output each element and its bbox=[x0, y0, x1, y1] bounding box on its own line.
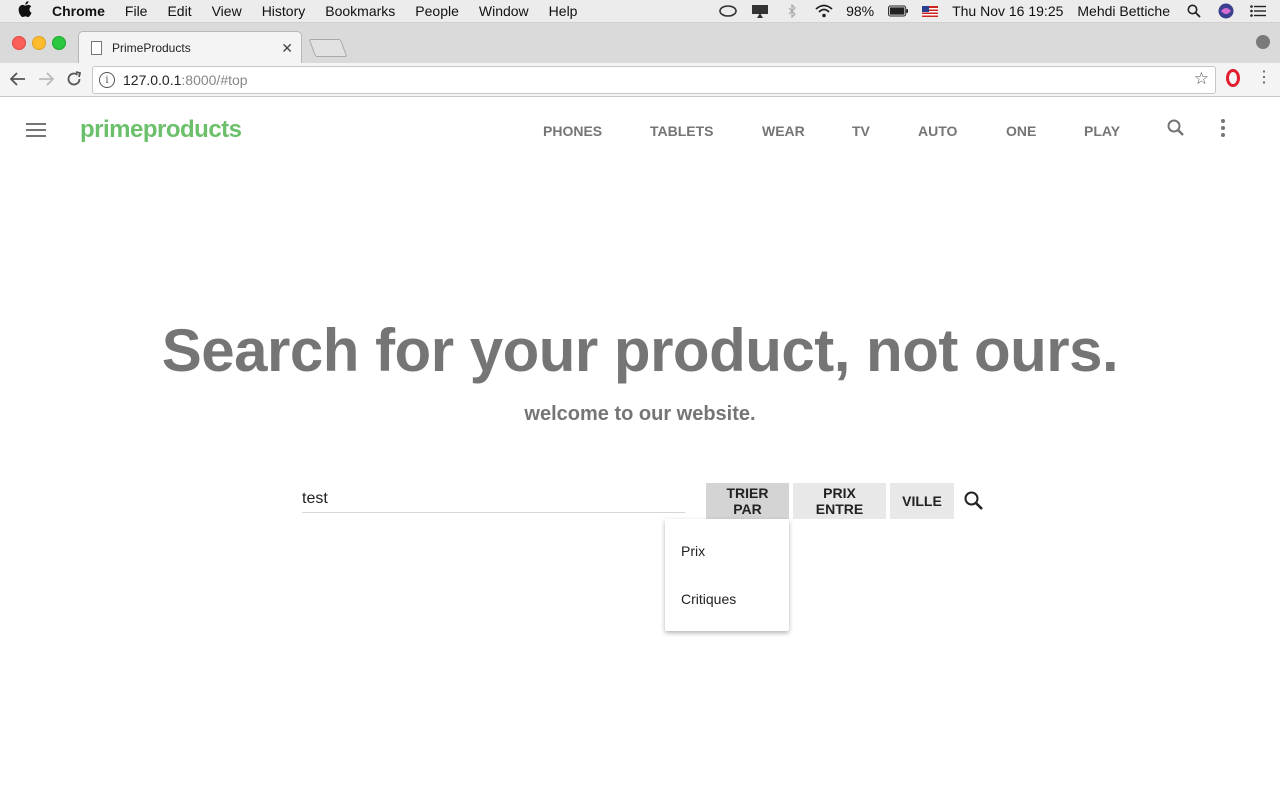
tab-close-icon[interactable]: ✕ bbox=[281, 40, 293, 57]
browser-tab-strip: PrimeProducts ✕ bbox=[0, 23, 1280, 64]
search-submit-icon[interactable] bbox=[963, 490, 985, 512]
clock[interactable]: Thu Nov 16 19:25 bbox=[952, 3, 1063, 19]
browser-toolbar: i 127.0.0.1:8000/#top ☆ ⋮ bbox=[0, 63, 1280, 97]
page-icon bbox=[91, 41, 102, 55]
nav-wear[interactable]: WEAR bbox=[762, 123, 805, 139]
nav-phones[interactable]: PHONES bbox=[543, 123, 602, 139]
nav-auto[interactable]: AUTO bbox=[918, 123, 957, 139]
menubar-status-area: 98% Thu Nov 16 19:25 Mehdi Bettiche bbox=[718, 0, 1280, 22]
browser-tab[interactable]: PrimeProducts ✕ bbox=[78, 31, 302, 64]
site-logo[interactable]: primeproducts bbox=[80, 116, 242, 144]
opera-extension-icon[interactable] bbox=[1226, 69, 1240, 87]
menu-people[interactable]: People bbox=[415, 3, 459, 19]
menu-app-name[interactable]: Chrome bbox=[52, 3, 105, 19]
bookmark-star-icon[interactable]: ☆ bbox=[1194, 69, 1209, 89]
macos-menubar: Chrome File Edit View History Bookmarks … bbox=[0, 0, 1280, 23]
airplay-icon[interactable] bbox=[750, 3, 770, 19]
city-button[interactable]: VILLE bbox=[890, 483, 954, 519]
more-vert-icon[interactable] bbox=[1219, 119, 1227, 139]
menu-file[interactable]: File bbox=[125, 3, 148, 19]
hero-subtitle: welcome to our website. bbox=[524, 403, 756, 425]
url-host: 127.0.0.1 bbox=[123, 72, 182, 88]
window-minimize-button[interactable] bbox=[32, 36, 46, 50]
hero-title: Search for your product, not ours. bbox=[161, 317, 1119, 384]
address-bar[interactable]: i 127.0.0.1:8000/#top ☆ bbox=[92, 66, 1216, 94]
bluetooth-icon[interactable] bbox=[782, 3, 802, 19]
menu-window[interactable]: Window bbox=[479, 3, 529, 19]
chrome-menu-icon[interactable]: ⋮ bbox=[1256, 69, 1272, 87]
price-range-button[interactable]: PRIX ENTRE bbox=[793, 483, 886, 519]
sort-dropdown-menu: Prix Critiques bbox=[665, 519, 789, 631]
menu-history[interactable]: History bbox=[262, 3, 306, 19]
profile-icon[interactable] bbox=[1256, 35, 1270, 49]
sort-option-critiques[interactable]: Critiques bbox=[681, 591, 736, 607]
sort-option-prix[interactable]: Prix bbox=[681, 543, 705, 559]
spotlight-icon[interactable] bbox=[1184, 3, 1204, 19]
menu-edit[interactable]: Edit bbox=[167, 3, 191, 19]
header-search-icon[interactable] bbox=[1166, 118, 1186, 138]
nav-one[interactable]: ONE bbox=[1006, 123, 1036, 139]
siri-icon[interactable] bbox=[1216, 3, 1236, 19]
creative-cloud-icon[interactable] bbox=[718, 3, 738, 19]
user-name[interactable]: Mehdi Bettiche bbox=[1077, 3, 1170, 19]
battery-percent: 98% bbox=[846, 3, 875, 19]
window-close-button[interactable] bbox=[12, 36, 26, 50]
site-info-icon[interactable]: i bbox=[99, 72, 115, 88]
menu-view[interactable]: View bbox=[212, 3, 242, 19]
nav-tv[interactable]: TV bbox=[852, 123, 870, 139]
battery-icon[interactable] bbox=[888, 3, 909, 19]
us-flag-icon[interactable] bbox=[920, 3, 940, 19]
window-zoom-button[interactable] bbox=[52, 36, 66, 50]
nav-tablets[interactable]: TABLETS bbox=[650, 123, 714, 139]
menu-bookmarks[interactable]: Bookmarks bbox=[325, 3, 395, 19]
back-arrow-icon[interactable] bbox=[7, 68, 29, 90]
url-path: :8000/#top bbox=[181, 72, 248, 88]
sort-by-button[interactable]: TRIER PAR bbox=[706, 483, 789, 519]
reload-icon[interactable] bbox=[63, 68, 85, 90]
new-tab-button[interactable] bbox=[308, 39, 348, 57]
tab-title: PrimeProducts bbox=[112, 41, 191, 55]
hamburger-menu-icon[interactable] bbox=[26, 123, 46, 137]
wifi-icon[interactable] bbox=[814, 3, 834, 19]
notification-center-icon[interactable] bbox=[1248, 3, 1268, 19]
apple-icon[interactable] bbox=[18, 1, 36, 21]
site-header: primeproducts PHONES TABLETS WEAR TV AUT… bbox=[0, 97, 1280, 163]
product-search-input[interactable] bbox=[302, 486, 685, 513]
forward-arrow-icon[interactable] bbox=[35, 68, 57, 90]
nav-play[interactable]: PLAY bbox=[1084, 123, 1120, 139]
menu-help[interactable]: Help bbox=[549, 3, 578, 19]
